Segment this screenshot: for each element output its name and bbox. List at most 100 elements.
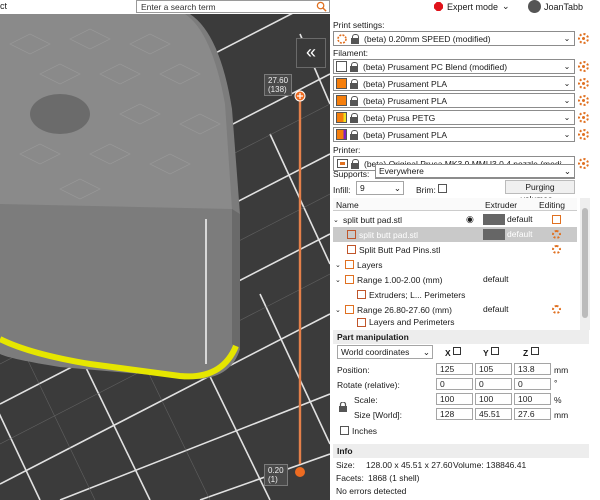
tab-label-fragment[interactable]: ct	[0, 1, 7, 11]
lock-icon	[351, 33, 360, 44]
print-settings-gear-icon	[337, 33, 347, 44]
print-settings-combo[interactable]: (beta) 0.20mm SPEED (modified) ⌄	[333, 31, 575, 46]
extruder-value: default	[507, 214, 533, 224]
mode-label: Expert mode	[447, 1, 499, 12]
filament-combo-1[interactable]: (beta) Prusament PC Blend (modified) ⌄	[333, 59, 575, 74]
table-row[interactable]: ⌄ Range 1.00-2.00 (mm) default	[333, 272, 577, 287]
chevron-down-icon[interactable]: ⌄	[333, 216, 341, 224]
layer-top-value: 27.60 (138)	[268, 76, 289, 94]
scrollbar-thumb[interactable]	[582, 208, 588, 318]
settings-icon[interactable]	[552, 245, 561, 254]
filament-color-swatch[interactable]	[336, 95, 347, 106]
scale-x-field[interactable]: 100	[436, 393, 473, 405]
scale-z-field[interactable]: 100	[514, 393, 551, 405]
table-row[interactable]: ⌄ Layers	[333, 257, 577, 272]
edit-preset-icon[interactable]	[578, 95, 589, 106]
edit-preset-icon[interactable]	[578, 61, 589, 72]
object-list-scrollbar[interactable]	[580, 198, 590, 330]
printer-icon	[337, 159, 348, 168]
size-y-field[interactable]: 45.51	[475, 408, 512, 420]
print-settings-value: (beta) 0.20mm SPEED (modified)	[364, 33, 491, 44]
rotate-x-field[interactable]: 0	[436, 378, 473, 390]
edit-preset-icon[interactable]	[578, 33, 589, 44]
filament-color-swatch[interactable]	[336, 78, 347, 89]
table-row[interactable]: Extruders; L... Perimeters	[333, 287, 577, 302]
mode-selector[interactable]: Expert mode ⌄	[434, 1, 510, 12]
table-row[interactable]: Split Butt Pad Pins.stl	[333, 242, 577, 257]
edit-preset-icon[interactable]	[578, 158, 589, 169]
edit-preset-icon[interactable]	[578, 78, 589, 89]
chevron-down-icon: ⌄	[563, 130, 571, 139]
part-icon	[347, 230, 356, 239]
object-name: Range 1.00-2.00 (mm)	[357, 274, 443, 285]
chevron-down-icon[interactable]: ⌄	[335, 261, 343, 269]
rotate-z-field[interactable]: 0	[514, 378, 551, 390]
brim-checkbox[interactable]	[438, 184, 447, 193]
axis-z-label: Z	[523, 348, 529, 358]
filter-icon	[357, 290, 366, 299]
rotate-y-field[interactable]: 0	[475, 378, 512, 390]
user-menu[interactable]: JoanTabb	[528, 0, 583, 13]
chevron-down-icon: ⌄	[393, 183, 401, 193]
expert-mode-icon	[434, 2, 443, 11]
table-row[interactable]: ⌄ Range 26.80-27.60 (mm) default	[333, 302, 577, 317]
filament-color-swatch[interactable]	[336, 112, 347, 123]
position-y-field[interactable]: 105	[475, 363, 512, 375]
settings-icon[interactable]	[552, 305, 561, 314]
filament-combo-4[interactable]: (beta) Prusa PETG ⌄	[333, 110, 575, 125]
col-extruder[interactable]: Extruder	[485, 200, 517, 210]
table-row[interactable]: Layers and Perimeters	[333, 317, 577, 327]
filament-combo-3[interactable]: (beta) Prusament PLA ⌄	[333, 93, 575, 108]
coordinate-system-select[interactable]: World coordinates ⌄	[337, 345, 433, 359]
lock-icon	[350, 129, 359, 140]
table-row-selected[interactable]: split butt pad.stl default	[333, 227, 577, 242]
extruder-swatch[interactable]	[483, 214, 505, 225]
edit-icon[interactable]	[552, 215, 561, 224]
size-x-field[interactable]: 128	[436, 408, 473, 420]
filament-color-swatch[interactable]	[336, 61, 347, 72]
inches-checkbox[interactable]	[340, 426, 349, 435]
range-icon	[345, 275, 354, 284]
size-label: Size [World]:	[354, 410, 403, 420]
edit-preset-icon[interactable]	[578, 129, 589, 140]
purging-volumes-button[interactable]: Purging volumes...	[505, 180, 575, 204]
settings-icon[interactable]	[552, 230, 561, 239]
chevron-down-icon[interactable]: ⌄	[335, 306, 343, 314]
object-name: split butt pad.stl	[359, 229, 419, 240]
size-z-field[interactable]: 27.6	[514, 408, 551, 420]
scale-y-field[interactable]: 100	[475, 393, 512, 405]
search-input[interactable]: Enter a search term	[136, 0, 330, 13]
extruder-swatch[interactable]	[483, 229, 505, 240]
filament-name: (beta) Prusament PLA	[363, 78, 448, 89]
chevron-down-icon: ⌄	[563, 113, 571, 122]
part-icon	[347, 245, 356, 254]
drop-to-bed-x-icon[interactable]	[453, 347, 461, 355]
layer-top-label: 27.60 (138)	[264, 74, 293, 96]
position-z-field[interactable]: 13.8	[514, 363, 551, 375]
supports-select[interactable]: Everywhere ⌄	[375, 164, 575, 178]
search-icon[interactable]	[316, 1, 327, 12]
col-editing[interactable]: Editing	[539, 200, 565, 210]
position-x-field[interactable]: 125	[436, 363, 473, 375]
table-row[interactable]: ⌄ split butt pad.stl ◉ default	[333, 212, 577, 227]
filament-color-swatch[interactable]	[336, 129, 347, 140]
edit-preset-icon[interactable]	[578, 112, 589, 123]
filament-combo-2[interactable]: (beta) Prusament PLA ⌄	[333, 76, 575, 91]
inches-label: Inches	[352, 426, 378, 436]
chevron-down-icon[interactable]: ⌄	[335, 276, 343, 284]
infill-select[interactable]: 9 ⌄	[356, 181, 404, 195]
chevron-down-icon: ⌄	[563, 34, 571, 43]
layer-bottom-value: 0.20 (1)	[268, 466, 284, 484]
chevron-down-icon: ⌄	[563, 96, 571, 105]
lock-icon[interactable]	[339, 401, 347, 412]
3d-viewport[interactable]: « 27.60 (138) 0.20 (1)	[0, 14, 330, 500]
drop-to-bed-z-icon[interactable]	[531, 347, 539, 355]
filament-combo-5[interactable]: (beta) Prusament PLA ⌄	[333, 127, 575, 142]
eye-icon[interactable]: ◉	[466, 214, 474, 225]
collapse-sidebar-button[interactable]: «	[296, 38, 326, 68]
col-name[interactable]: Name	[336, 200, 359, 210]
chevron-down-icon: ⌄	[502, 1, 510, 11]
range-icon	[345, 305, 354, 314]
layer-slider[interactable]	[292, 84, 308, 479]
drop-to-bed-y-icon[interactable]	[491, 347, 499, 355]
